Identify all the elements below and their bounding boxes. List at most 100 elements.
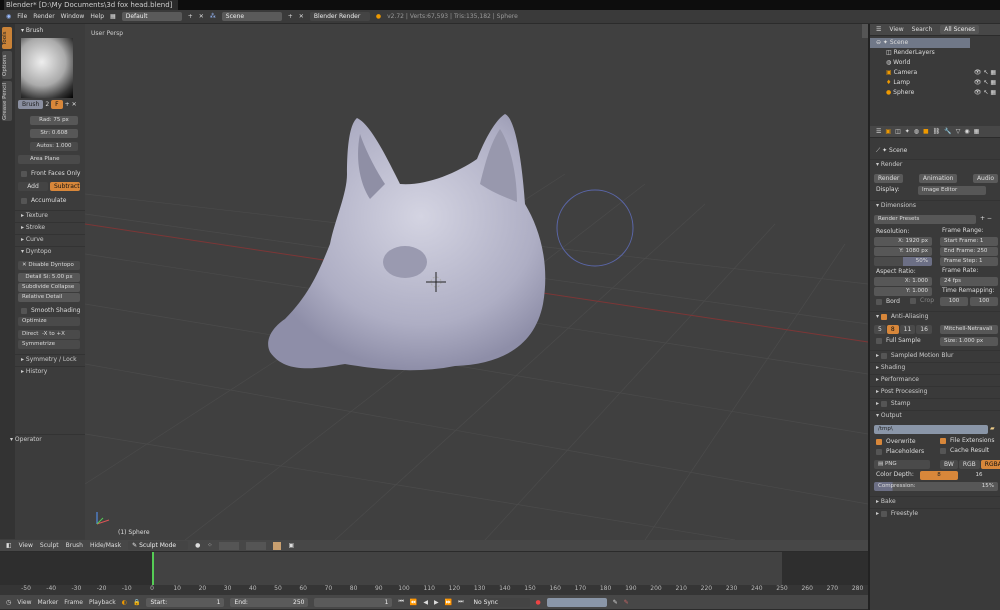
add-preset-icon[interactable]: + − <box>980 215 992 222</box>
menu-render[interactable]: Render <box>33 13 54 20</box>
remap-old-field[interactable]: 100 <box>940 297 968 306</box>
prev-key-icon[interactable]: ⏪ <box>410 599 417 606</box>
timeline-area[interactable] <box>0 552 868 585</box>
color-depth-16-button[interactable]: 16 <box>960 471 998 480</box>
brush-panel-header[interactable]: ▾ Brush <box>15 26 85 36</box>
resolution-x-field[interactable]: X: 1920 px <box>874 237 932 246</box>
menu-playback[interactable]: Playback <box>89 599 116 606</box>
outliner-item-scene[interactable]: ⊖ ✦ Scene <box>870 38 970 48</box>
animation-button[interactable]: Animation <box>918 174 958 183</box>
menu-help[interactable]: Help <box>90 13 104 20</box>
resolution-y-field[interactable]: Y: 1080 px <box>874 247 932 256</box>
outliner-item-lamp[interactable]: ♦ Lamp 👁 ↖ ▦ <box>870 78 1000 88</box>
scene-tab-icon[interactable]: ✦ <box>905 128 910 135</box>
outliner-item-world[interactable]: ◍ World <box>870 58 1000 68</box>
mode-select[interactable]: ✎ Sculpt Mode <box>128 541 189 550</box>
stamp-panel[interactable]: ▸ Stamp <box>870 398 1000 408</box>
jump-start-icon[interactable]: ⏮ <box>398 598 403 606</box>
output-panel-header[interactable]: ▾ Output <box>870 410 1000 420</box>
play-reverse-icon[interactable]: ◀ <box>423 599 428 606</box>
add-button[interactable]: Add <box>18 182 48 191</box>
menu-view[interactable]: View <box>889 26 903 33</box>
next-key-icon[interactable]: ⏩ <box>445 599 452 606</box>
performance-panel[interactable]: ▸ Performance <box>870 374 1000 384</box>
current-frame-field[interactable]: 1 <box>314 597 393 607</box>
render-layers-tab-icon[interactable]: ◫ <box>895 128 901 135</box>
menu-file[interactable]: File <box>17 13 27 20</box>
filter-size-field[interactable]: Size: 1.000 px <box>940 337 998 346</box>
resolution-percentage-slider[interactable]: 50% <box>874 257 932 266</box>
add-icon[interactable]: + <box>188 13 193 20</box>
insert-key-icon[interactable]: ✎ <box>613 599 618 606</box>
curve-panel[interactable]: ▸ Curve <box>15 234 85 244</box>
symmetry-lock-panel[interactable]: ▸ Symmetry / Lock <box>15 354 85 364</box>
screen-layout-field[interactable]: Default <box>121 12 182 21</box>
world-tab-icon[interactable]: ◍ <box>914 128 919 135</box>
sculpt-plane-select[interactable]: Area Plane <box>18 155 80 164</box>
post-processing-panel[interactable]: ▸ Post Processing <box>870 386 1000 396</box>
crop-checkbox[interactable]: Crop <box>910 297 934 304</box>
jump-end-icon[interactable]: ⏭ <box>458 598 463 606</box>
brush-name-field[interactable]: Brush <box>18 100 44 109</box>
data-tab-icon[interactable]: ▽ <box>956 128 961 135</box>
display-mode-select[interactable]: All Scenes <box>940 25 980 34</box>
tab-tools[interactable]: Tools <box>2 27 12 49</box>
menu-view[interactable]: View <box>19 542 33 549</box>
render-engine-select[interactable]: Blender Render <box>309 12 370 21</box>
close-icon[interactable]: ✕ <box>199 13 204 20</box>
frame-step-field[interactable]: Frame Step: 1 <box>940 257 998 266</box>
3d-viewport[interactable]: User Persp (1) Sphere <box>85 24 868 540</box>
render-panel-header[interactable]: ▾ Render <box>870 159 1000 169</box>
lock-layers-icon[interactable] <box>273 541 282 550</box>
lock-icon[interactable]: 🔒 <box>133 599 140 606</box>
menu-window[interactable]: Window <box>61 13 85 20</box>
dyntopo-panel[interactable]: ▾ Dyntopo <box>15 246 85 256</box>
subtract-button[interactable]: Subtract <box>50 182 80 191</box>
autosmooth-field[interactable]: Autos: 1.000 <box>30 142 78 151</box>
frame-rate-select[interactable]: 24 fps <box>940 277 998 286</box>
folder-icon[interactable]: ▰ <box>990 425 995 432</box>
menu-search[interactable]: Search <box>912 26 933 33</box>
render-tab-icon[interactable]: ▣ <box>885 128 891 135</box>
start-frame-field[interactable]: Start: 1 <box>146 597 225 607</box>
subdivide-collapse-select[interactable]: Subdivide Collapse <box>18 283 80 292</box>
add-icon[interactable]: + <box>288 13 293 20</box>
render-icon[interactable]: ▣ <box>288 542 294 549</box>
aa-samples-8[interactable]: 8 <box>886 325 899 334</box>
editor-type-icon[interactable]: ◉ <box>6 13 11 20</box>
compression-slider[interactable]: Compression: 15% <box>874 482 998 491</box>
menu-frame[interactable]: Frame <box>64 599 83 606</box>
constraints-tab-icon[interactable]: ⛓ <box>933 128 941 135</box>
start-frame-field[interactable]: Start Frame: 1 <box>940 237 998 246</box>
shading-icon[interactable]: ● <box>195 542 200 549</box>
editor-type-icon[interactable]: ☰ <box>876 26 881 33</box>
freestyle-panel[interactable]: ▸ Freestyle <box>870 508 1000 518</box>
editor-type-icon[interactable]: ◷ <box>6 599 11 606</box>
dimensions-panel-header[interactable]: ▾ Dimensions <box>870 200 1000 210</box>
editor-type-icon[interactable]: ◧ <box>6 542 12 549</box>
file-format-select[interactable]: ▤ PNG <box>874 460 930 469</box>
outliner-item-sphere[interactable]: ● Sphere 👁 ↖ ▦ <box>870 88 1000 98</box>
front-faces-checkbox[interactable]: Front Faces Only <box>15 169 85 179</box>
history-panel[interactable]: ▸ History <box>15 366 85 376</box>
rgba-button[interactable]: RGBA <box>980 460 1000 469</box>
texture-tab-icon[interactable]: ▦ <box>974 128 980 135</box>
brush-preview[interactable] <box>21 38 73 98</box>
strength-field[interactable]: Str: 0.608 <box>30 129 78 138</box>
menu-sculpt[interactable]: Sculpt <box>40 542 59 549</box>
modifiers-tab-icon[interactable]: 🔧 <box>944 128 951 135</box>
output-path-field[interactable]: /tmp\ <box>874 425 988 434</box>
layout-icon[interactable]: ▦ <box>110 13 116 20</box>
aspect-x-field[interactable]: X: 1.000 <box>874 277 932 286</box>
layers-right[interactable] <box>246 541 267 550</box>
stroke-panel[interactable]: ▸ Stroke <box>15 222 85 232</box>
pivot-icon[interactable]: ⁘ <box>207 542 212 549</box>
fake-user-button[interactable]: F <box>51 100 63 109</box>
keying-set-field[interactable] <box>546 597 607 607</box>
operator-panel[interactable]: ▾ Operator <box>4 434 85 444</box>
scene-icon[interactable]: ⁂ <box>210 13 216 20</box>
render-presets-select[interactable]: Render Presets <box>874 215 976 224</box>
object-tab-icon[interactable]: ■ <box>923 128 929 135</box>
outliner-item-camera[interactable]: ▣ Camera 👁 ↖ ▦ <box>870 68 1000 78</box>
anti-aliasing-panel-header[interactable]: ▾ Anti-Aliasing <box>870 311 1000 321</box>
